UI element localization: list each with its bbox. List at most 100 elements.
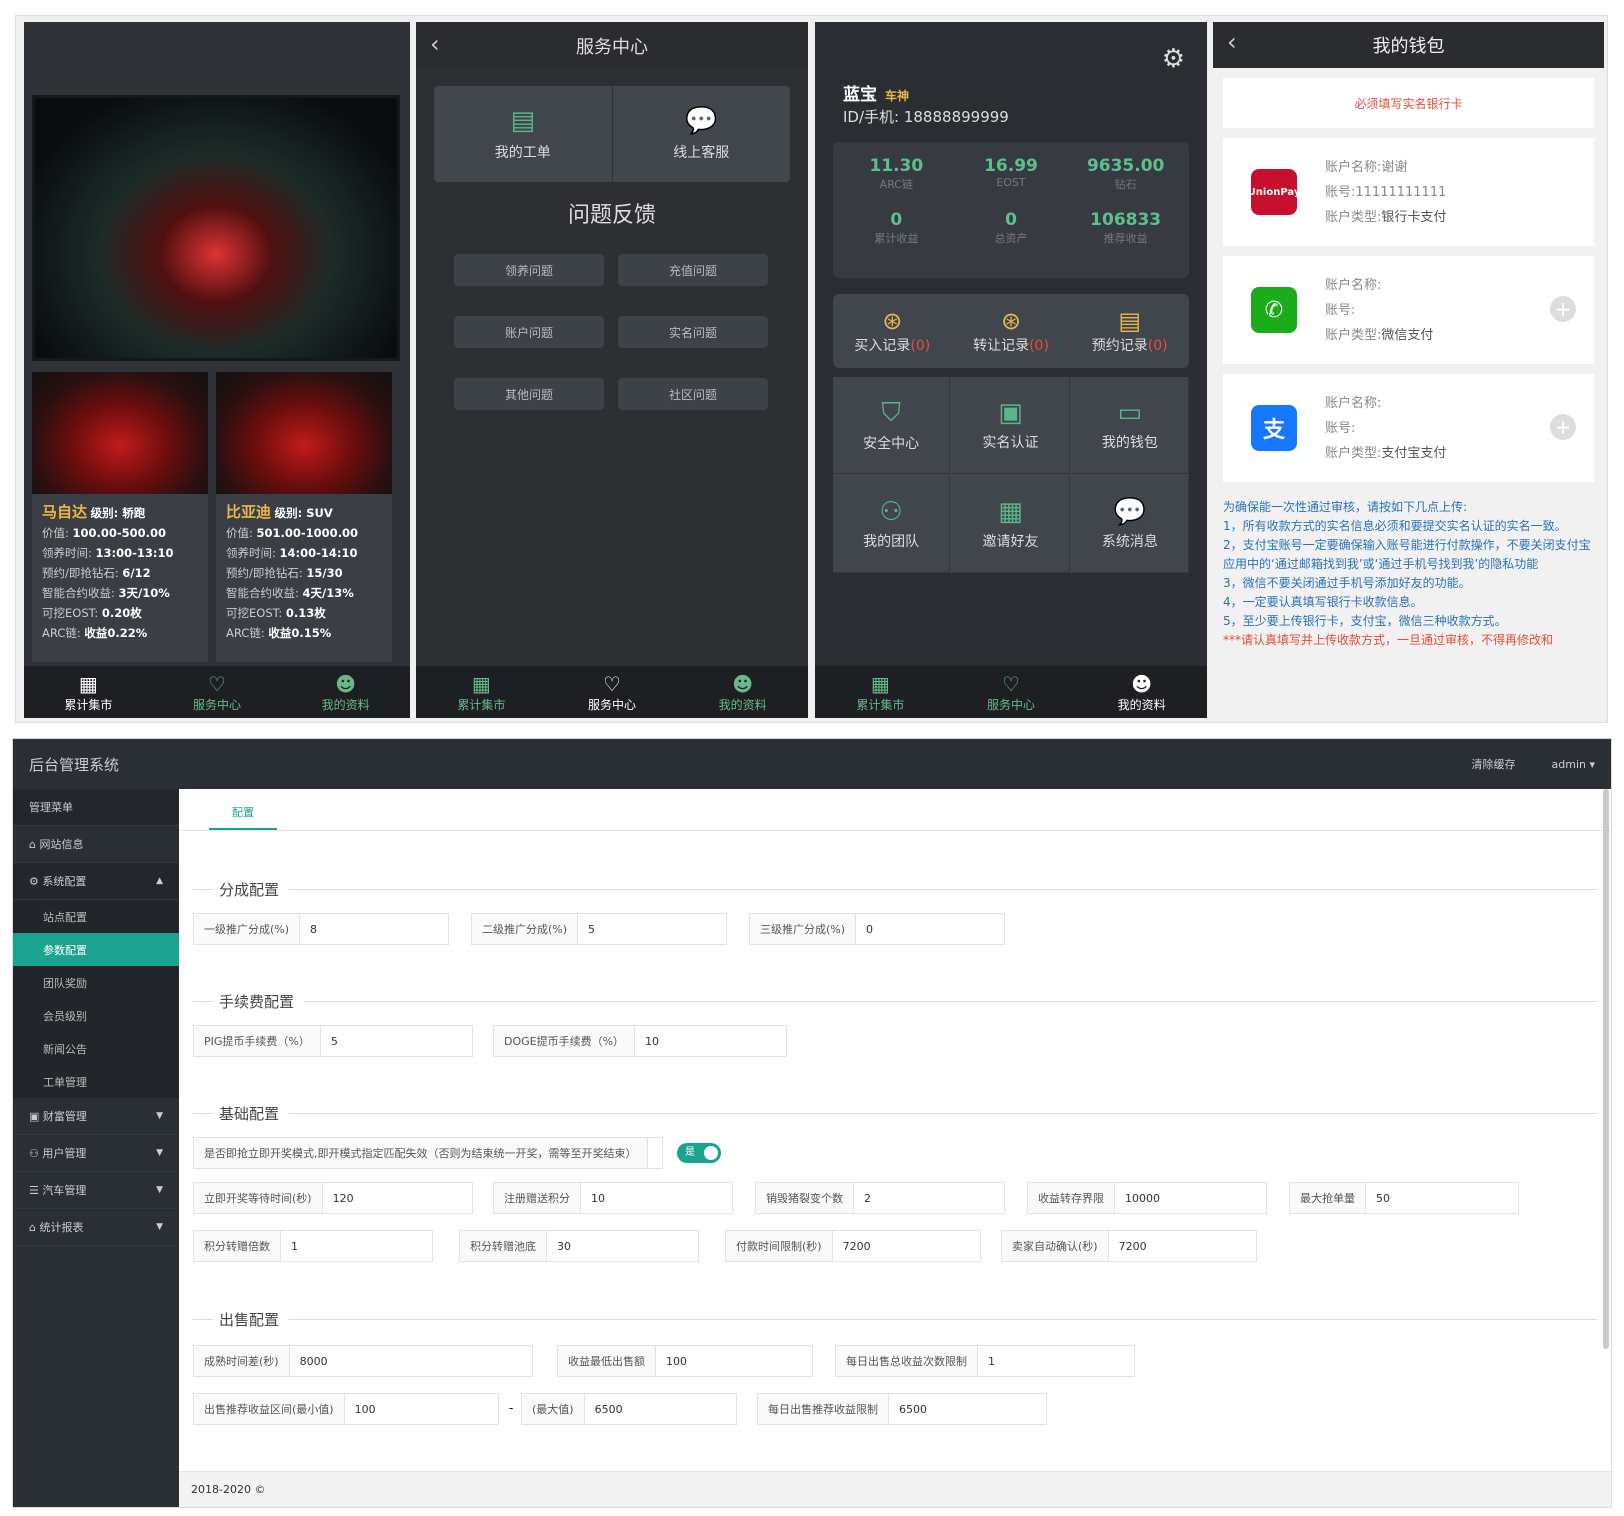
field-points-multiplier[interactable]: 积分转赠倍数 1: [193, 1230, 433, 1262]
field-range-max[interactable]: (最大值) 6500: [521, 1393, 737, 1425]
note-warning: ***请认真填写并上传收款方式，一旦通过审核，不得再修改和: [1223, 633, 1554, 647]
wechat-icon: ✆: [1251, 287, 1297, 333]
field-value[interactable]: 120: [323, 1183, 364, 1213]
field-value[interactable]: 8: [300, 914, 327, 944]
stat-label: 总资产: [994, 232, 1028, 245]
feedback-button[interactable]: 领养问题: [454, 254, 604, 286]
feedback-button[interactable]: 账户问题: [454, 316, 604, 348]
online-support-button[interactable]: 💬 线上客服: [613, 86, 791, 182]
field-income-limit[interactable]: 收益转存界限 10000: [1027, 1182, 1267, 1214]
user-menu[interactable]: admin ▾: [1552, 758, 1595, 771]
account-bank[interactable]: UnionPay 账户名称:谢谢 账号:11111111111 账户类型:银行卡支付: [1223, 138, 1594, 246]
tab-profile[interactable]: ☻ 我的资料: [281, 666, 410, 718]
field-range-min[interactable]: 出售推荐收益区间(最小值) 100: [193, 1393, 499, 1425]
field-points-pool[interactable]: 积分转赠池底 30: [459, 1230, 699, 1262]
field-register-points[interactable]: 注册赠送积分 10: [493, 1182, 733, 1214]
tab-service[interactable]: ♡ 服务中心: [946, 666, 1077, 718]
car-image: [216, 372, 392, 494]
sidebar-sub-team-reward[interactable]: 团队奖励: [13, 966, 179, 999]
car-card-2[interactable]: 比亚迪 级别: SUV 价值: 501.00-1000.00 领养时间: 14:…: [216, 372, 392, 662]
system-message-button[interactable]: 💬 系统消息: [1071, 476, 1189, 573]
scrollbar[interactable]: [1603, 789, 1609, 1349]
field-value[interactable]: 30: [547, 1231, 581, 1261]
tab-service[interactable]: ♡ 服务中心: [547, 666, 678, 718]
sidebar-sub-tickets[interactable]: 工单管理: [13, 1065, 179, 1098]
field-daily-referral-limit[interactable]: 每日出售推荐收益限制 6500: [757, 1393, 1047, 1425]
field-value[interactable]: 50: [1366, 1183, 1400, 1213]
field-value[interactable]: 5: [578, 914, 605, 944]
field-value[interactable]: 2: [854, 1183, 881, 1213]
reserve-records-button[interactable]: ▤ 预约记录(0): [1070, 294, 1189, 368]
my-team-button[interactable]: ⚇ 我的团队: [833, 476, 951, 573]
field-daily-sell-limit[interactable]: 每日出售总收益次数限制 1: [835, 1345, 1135, 1377]
field-value[interactable]: 100: [656, 1346, 697, 1376]
field-doge-fee[interactable]: DOGE提币手续费（%） 10: [493, 1025, 787, 1057]
sidebar-item-finance[interactable]: ▣ 财富管理 ▼: [13, 1098, 179, 1135]
field-value[interactable]: 8000: [290, 1346, 338, 1376]
sidebar-sub-member-level[interactable]: 会员级别: [13, 999, 179, 1032]
field-value[interactable]: 0: [856, 914, 883, 944]
tab-service[interactable]: ♡ 服务中心: [153, 666, 282, 718]
realname-button[interactable]: ▣ 实名认证: [952, 377, 1070, 474]
back-icon[interactable]: ‹: [1227, 28, 1237, 56]
field-value[interactable]: 6500: [889, 1394, 937, 1424]
feedback-button[interactable]: 其他问题: [454, 378, 604, 410]
account-wechat[interactable]: ✆ 账户名称: 账号: 账户类型:微信支付 +: [1223, 256, 1594, 364]
feedback-button[interactable]: 实名问题: [618, 316, 768, 348]
field-value[interactable]: 5: [321, 1026, 348, 1056]
transfer-records-button[interactable]: ⊛ 转让记录(0): [952, 294, 1071, 368]
field-level3[interactable]: 三级推广分成(%) 0: [749, 913, 1005, 945]
feedback-button[interactable]: 充值问题: [618, 254, 768, 286]
field-value[interactable]: 1: [978, 1346, 1005, 1376]
instant-mode-toggle[interactable]: 是: [677, 1143, 721, 1163]
field-destroy-count[interactable]: 销毁猪裂变个数 2: [755, 1182, 1005, 1214]
clear-cache-button[interactable]: 清除缓存: [1472, 756, 1516, 772]
field-value[interactable]: 1: [281, 1231, 308, 1261]
field-min-sell[interactable]: 收益最低出售额 100: [557, 1345, 813, 1377]
sidebar-item-site-info[interactable]: ⌂ 网站信息: [13, 826, 179, 863]
tab-profile[interactable]: ☻ 我的资料: [677, 666, 808, 718]
tab-market[interactable]: ▦ 累计集市: [24, 666, 153, 718]
security-center-button[interactable]: ⛉ 安全中心: [833, 377, 951, 474]
eost-value: 0.20枚: [101, 606, 142, 620]
my-tickets-button[interactable]: ▤ 我的工单: [434, 86, 613, 182]
back-icon[interactable]: ‹: [430, 30, 440, 58]
field-value[interactable]: 7200: [833, 1231, 881, 1261]
field-pig-fee[interactable]: PIG提币手续费（%） 5: [193, 1025, 473, 1057]
sidebar-item-cars[interactable]: ☰ 汽车管理 ▼: [13, 1172, 179, 1209]
field-value[interactable]: 100: [345, 1394, 386, 1424]
sidebar-sub-param-config[interactable]: 参数配置: [13, 933, 179, 966]
tab-config[interactable]: 配置: [209, 804, 277, 830]
add-icon[interactable]: +: [1550, 296, 1576, 322]
field-auto-confirm[interactable]: 卖家自动确认(秒) 7200: [1001, 1230, 1257, 1262]
account-type-label: 账户类型:: [1325, 209, 1382, 225]
field-value[interactable]: 10000: [1115, 1183, 1170, 1213]
buy-records-button[interactable]: ⊛ 买入记录(0): [833, 294, 952, 368]
car-card-1[interactable]: 马自达 级别: 轿跑 价值: 100.00-500.00 领养时间: 13:00…: [32, 372, 208, 662]
field-value[interactable]: 6500: [585, 1394, 633, 1424]
field-value[interactable]: 10: [635, 1026, 669, 1056]
field-level2[interactable]: 二级推广分成(%) 5: [471, 913, 727, 945]
sidebar-item-users[interactable]: ⚇ 用户管理 ▼: [13, 1135, 179, 1172]
wallet-button[interactable]: ▭ 我的钱包: [1071, 377, 1189, 474]
gear-icon[interactable]: ⚙: [1162, 44, 1185, 74]
field-mature-time[interactable]: 成熟时间差(秒) 8000: [193, 1345, 533, 1377]
sidebar-sub-news[interactable]: 新闻公告: [13, 1032, 179, 1065]
sidebar-item-reports[interactable]: ⌂ 统计报表 ▼: [13, 1209, 179, 1246]
field-level1[interactable]: 一级推广分成(%) 8: [193, 913, 449, 945]
tab-market[interactable]: ▦ 累计集市: [416, 666, 547, 718]
sidebar-item-system-config[interactable]: ⚙ 系统配置 ▲: [13, 863, 179, 900]
field-pay-time[interactable]: 付款时间限制(秒) 7200: [725, 1230, 981, 1262]
account-alipay[interactable]: 支 账户名称: 账号: 账户类型:支付宝支付 +: [1223, 374, 1594, 482]
tab-profile[interactable]: ☻ 我的资料: [1076, 666, 1207, 718]
tab-market[interactable]: ▦ 累计集市: [815, 666, 946, 718]
id-card-icon: ▣: [998, 398, 1023, 428]
field-value[interactable]: 10: [581, 1183, 615, 1213]
invite-button[interactable]: ▦ 邀请好友: [952, 476, 1070, 573]
field-max-orders[interactable]: 最大抢单量 50: [1289, 1182, 1519, 1214]
add-icon[interactable]: +: [1550, 414, 1576, 440]
field-wait-time[interactable]: 立即开奖等待时间(秒) 120: [193, 1182, 473, 1214]
sidebar-sub-site-config[interactable]: 站点配置: [13, 900, 179, 933]
feedback-button[interactable]: 社区问题: [618, 378, 768, 410]
field-value[interactable]: 7200: [1109, 1231, 1157, 1261]
